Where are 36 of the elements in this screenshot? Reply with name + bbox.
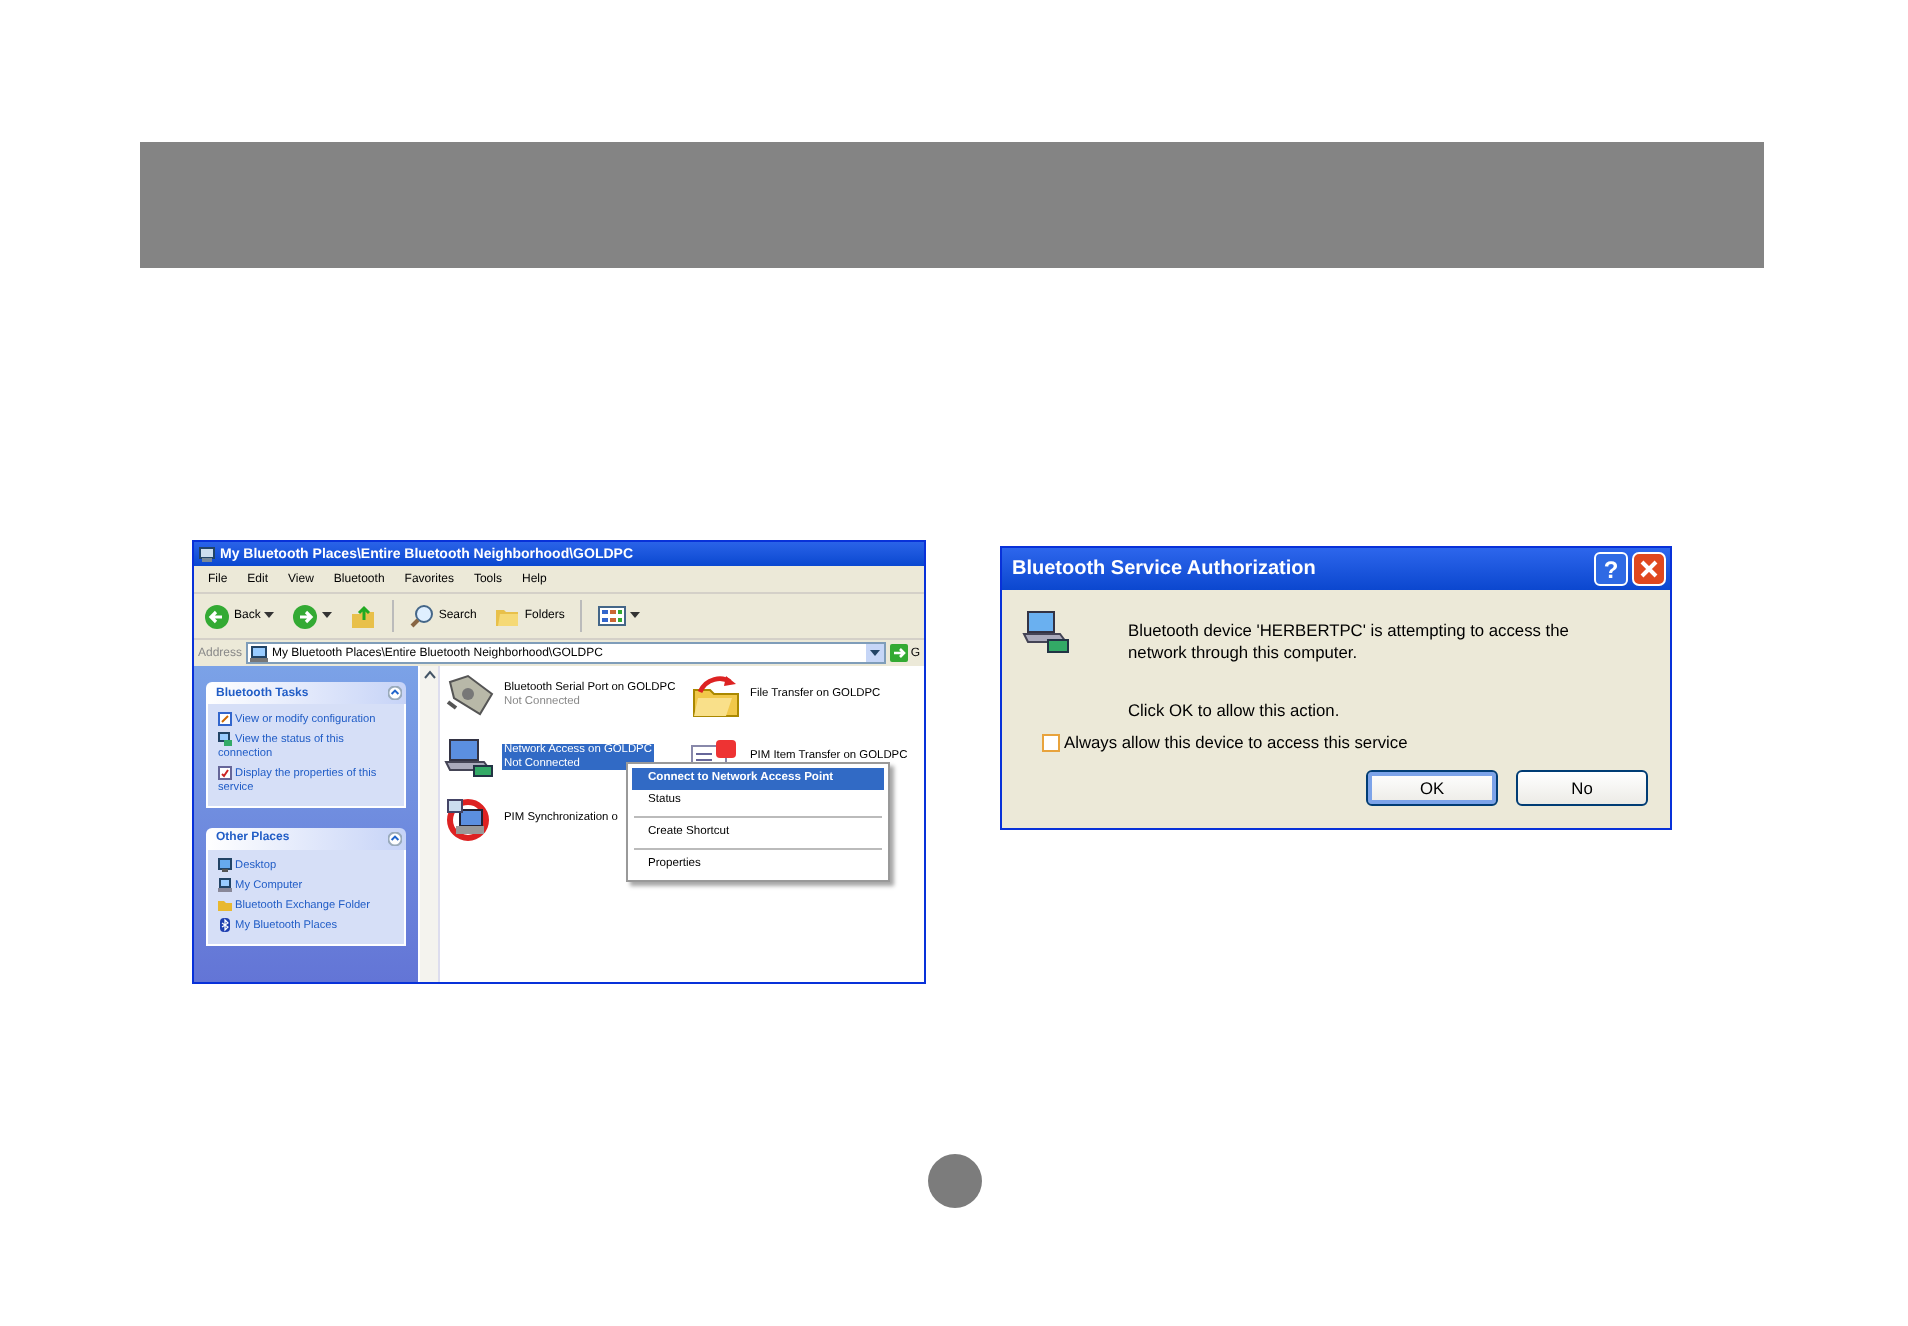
folder-icon [218, 897, 232, 912]
laptop-icon[interactable] [444, 735, 496, 779]
folders-icon [494, 605, 521, 627]
serial-port-icon[interactable] [444, 673, 496, 717]
window-icon [198, 545, 216, 563]
no-button[interactable]: No [1516, 770, 1648, 806]
hint-text: Click OK to allow this action. [1128, 700, 1342, 720]
close-icon[interactable] [1632, 552, 1666, 586]
folder-transfer-icon[interactable] [690, 673, 742, 717]
search-icon [410, 604, 435, 628]
go-arrow-icon [890, 644, 909, 662]
status-icon [218, 731, 232, 746]
bluetooth-icon [218, 917, 232, 932]
ok-button[interactable]: OK [1366, 770, 1498, 806]
computer-icon [250, 645, 269, 661]
up-folder-icon [350, 603, 377, 629]
caret-icon [322, 612, 333, 620]
dialog-title: Bluetooth Service Authorization [1012, 558, 1318, 580]
dropdown-arrow-icon[interactable] [866, 644, 885, 662]
checkbox-label[interactable]: Always allow this device to access this service [1064, 732, 1408, 752]
caret-icon [630, 612, 641, 620]
caret-icon [264, 612, 275, 620]
page-marker [928, 1154, 982, 1208]
edit-icon [218, 712, 232, 726]
properties-icon [218, 765, 232, 780]
message-text: Bluetooth device 'HERBERTPC' is attempting to access the network through this computer. [1128, 620, 1571, 662]
chevron-icon[interactable] [388, 686, 402, 700]
checkbox[interactable] [1042, 733, 1060, 751]
chevron-icon[interactable] [388, 831, 402, 846]
back-arrow-icon [204, 603, 230, 629]
help-button[interactable]: ? [1594, 552, 1628, 586]
computer-icon [218, 877, 232, 892]
scrollbar[interactable] [420, 666, 440, 982]
desktop-icon [218, 857, 232, 872]
laptop-icon [1022, 606, 1074, 658]
views-icon [598, 606, 627, 626]
